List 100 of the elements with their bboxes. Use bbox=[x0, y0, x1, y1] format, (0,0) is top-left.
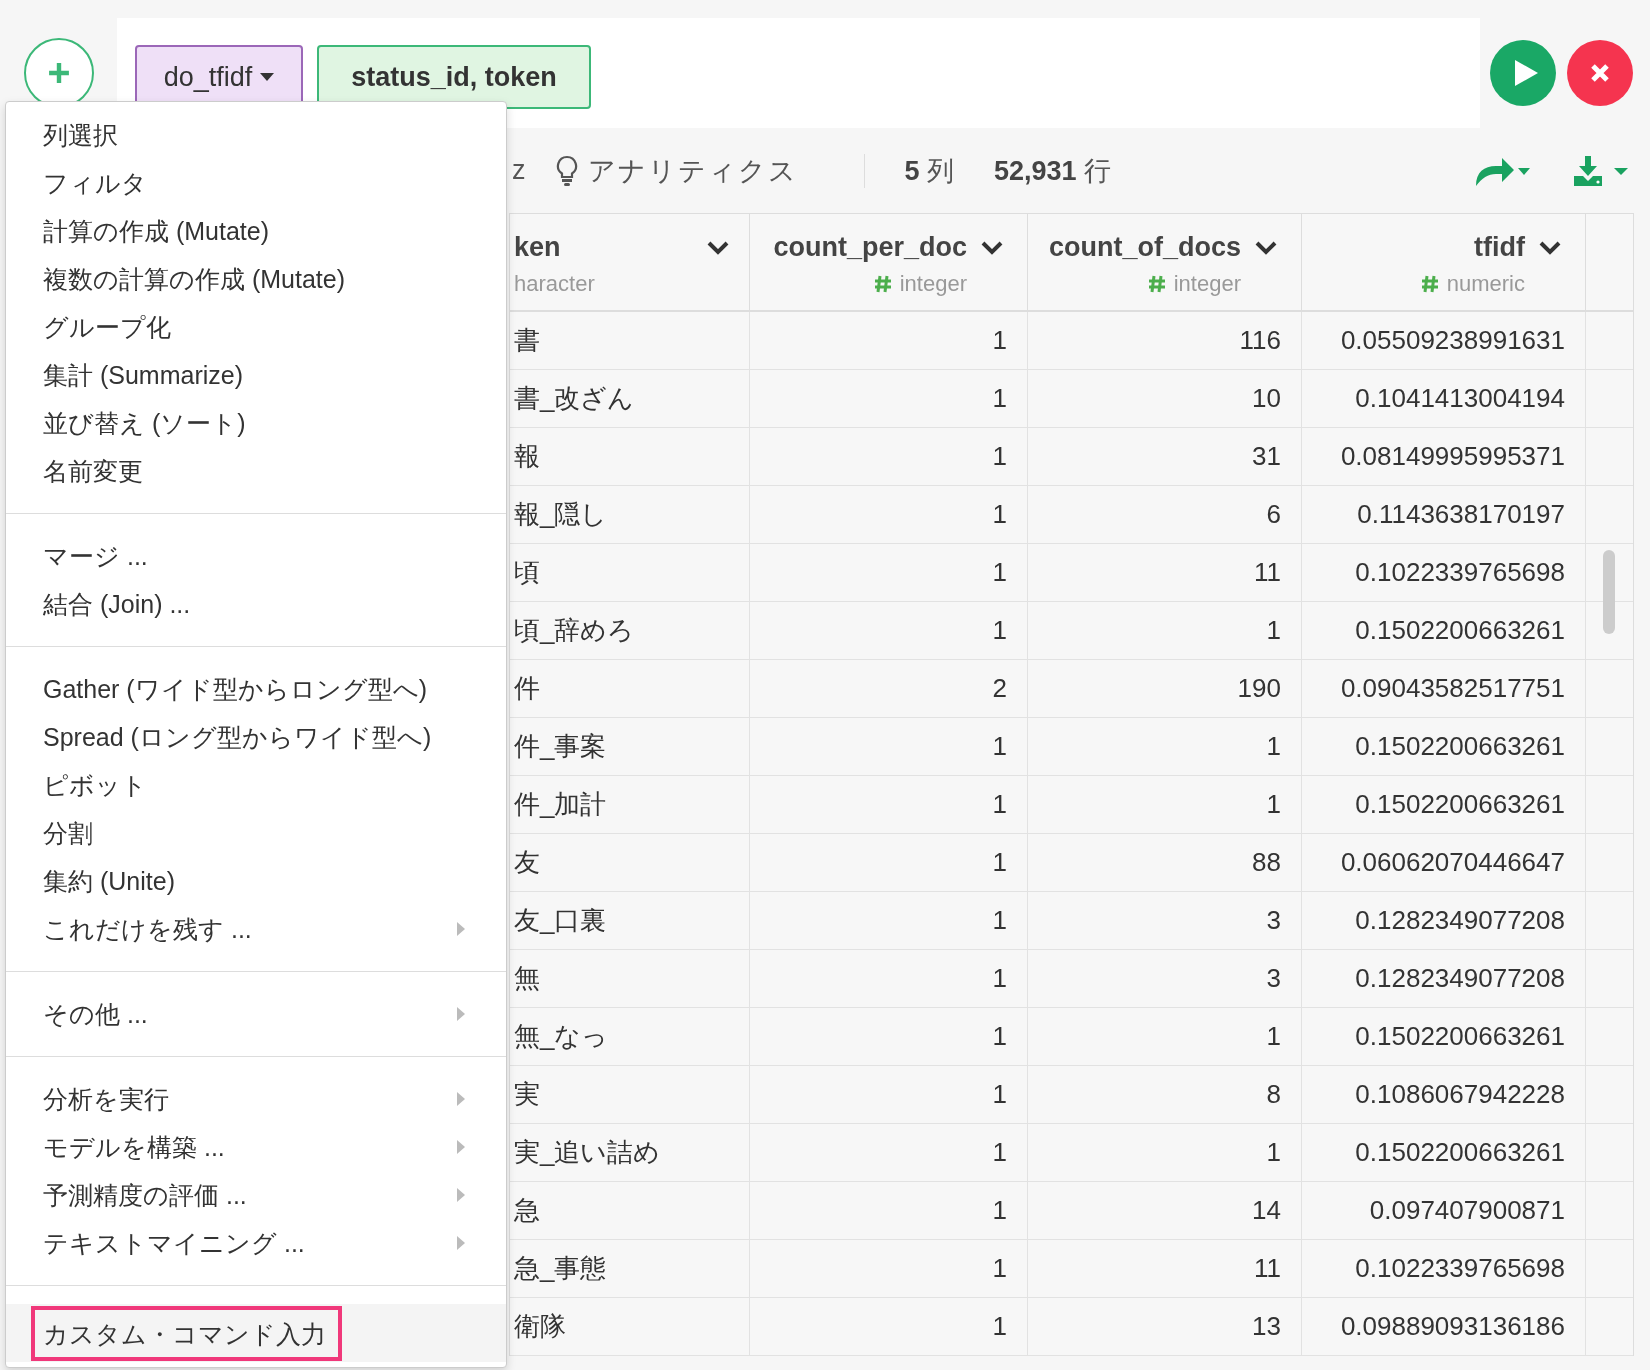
column-type: numeric bbox=[1446, 271, 1525, 297]
table-cell: 3 bbox=[1266, 905, 1281, 936]
column-name: ken bbox=[514, 232, 561, 263]
menu-item[interactable]: 集約 (Unite) bbox=[6, 857, 506, 905]
menu-item[interactable]: これだけを残す ... bbox=[6, 905, 506, 953]
caret-icon bbox=[260, 73, 275, 81]
table-cell-text: 頃 bbox=[514, 556, 540, 589]
column-name: count_per_doc bbox=[773, 232, 967, 263]
table-cell-text: 友_口裏 bbox=[514, 904, 607, 937]
table-cell: 0.05509238991631 bbox=[1340, 325, 1565, 356]
menu-item[interactable]: 列選択 bbox=[6, 111, 506, 159]
table-cell: 0.1282349077208 bbox=[1355, 963, 1565, 994]
chevron-down-icon[interactable] bbox=[1255, 240, 1277, 255]
chevron-down-icon[interactable] bbox=[707, 240, 729, 255]
chevron-down-icon[interactable] bbox=[1539, 240, 1561, 255]
menu-item[interactable]: 並び替え (ソート) bbox=[6, 399, 506, 447]
lightbulb-icon bbox=[555, 154, 578, 187]
column-type: integer bbox=[899, 271, 967, 297]
table-cell: 190 bbox=[1237, 673, 1281, 704]
table-cell: 1 bbox=[992, 615, 1007, 646]
table-cell: 0.1022339765698 bbox=[1355, 1253, 1565, 1284]
table-cell: 0.09043582517751 bbox=[1340, 673, 1565, 704]
column-name: tfidf bbox=[1474, 232, 1525, 263]
menu-item[interactable]: テキストマイニング ... bbox=[6, 1219, 506, 1267]
table-cell: 1 bbox=[992, 847, 1007, 878]
table-cell-text: 無_なっ bbox=[514, 1020, 609, 1053]
table-cell: 14 bbox=[1252, 1195, 1281, 1226]
menu-item[interactable]: その他 ... bbox=[6, 990, 506, 1038]
table-cell-text: 無 bbox=[514, 962, 540, 995]
menu-item[interactable]: Gather (ワイド型からロング型へ) bbox=[6, 665, 506, 713]
menu-item[interactable]: 予測精度の評価 ... bbox=[6, 1171, 506, 1219]
table-cell-text: 衛隊 bbox=[514, 1310, 566, 1343]
table-cell: 1 bbox=[992, 1021, 1007, 1052]
submenu-arrow-icon bbox=[456, 1091, 466, 1107]
table-cell: 0.1086067942228 bbox=[1355, 1079, 1565, 1110]
hash-icon bbox=[1147, 275, 1166, 293]
menu-item[interactable]: マージ ... bbox=[6, 532, 506, 580]
menu-item[interactable]: 集計 (Summarize) bbox=[6, 351, 506, 399]
menu-item[interactable]: 複数の計算の作成 (Mutate) bbox=[6, 255, 506, 303]
column-header[interactable]: tfidf numeric bbox=[1302, 214, 1586, 310]
menu-item[interactable]: ピボット bbox=[6, 761, 506, 809]
table-cell-text: 書_改ざん bbox=[514, 382, 635, 415]
column-type: haracter bbox=[514, 271, 595, 297]
hash-icon bbox=[873, 275, 892, 293]
menu-item[interactable]: モデルを構築 ... bbox=[6, 1123, 506, 1171]
menu-item[interactable]: Spread (ロング型からワイド型へ) bbox=[6, 713, 506, 761]
close-icon bbox=[1590, 63, 1610, 83]
menu-item[interactable]: 名前変更 bbox=[6, 447, 506, 495]
menu-item[interactable]: フィルタ bbox=[6, 159, 506, 207]
table-cell-text: 実_追い詰め bbox=[514, 1136, 661, 1169]
submenu-arrow-icon bbox=[456, 921, 466, 937]
arguments-button[interactable]: status_id, token bbox=[317, 45, 591, 109]
table-cell: 0.1282349077208 bbox=[1355, 905, 1565, 936]
menu-item[interactable]: 分割 bbox=[6, 809, 506, 857]
scrollbar-thumb[interactable] bbox=[1603, 550, 1615, 634]
table-cell: 1 bbox=[1266, 615, 1281, 646]
table-cell: 6 bbox=[1266, 499, 1281, 530]
column-header[interactable]: ken haracter bbox=[510, 214, 750, 310]
table-cell: 1 bbox=[992, 441, 1007, 472]
chevron-down-icon[interactable] bbox=[981, 240, 1003, 255]
menu-item[interactable]: 分析を実行 bbox=[6, 1075, 506, 1123]
table-cell: 1 bbox=[992, 731, 1007, 762]
table-cell-text: 急_事態 bbox=[514, 1252, 607, 1285]
table-cell: 1 bbox=[992, 499, 1007, 530]
menu-item[interactable]: カスタム・コマンド入力 bbox=[6, 1304, 506, 1362]
table-cell: 0.09889093136186 bbox=[1340, 1311, 1565, 1342]
row-count: 52,931 行 bbox=[994, 154, 1112, 188]
table-cell: 116 bbox=[1239, 325, 1281, 356]
table-cell-text: 報 bbox=[514, 440, 540, 473]
table-cell: 1 bbox=[992, 557, 1007, 588]
table-cell: 1 bbox=[992, 905, 1007, 936]
table-cell: 0.1041413004194 bbox=[1355, 383, 1565, 414]
table-cell: 0.1502200663261 bbox=[1355, 1137, 1565, 1168]
analytics-button[interactable]: アナリティクス bbox=[555, 152, 798, 189]
menu-item[interactable]: 計算の作成 (Mutate) bbox=[6, 207, 506, 255]
table-cell-text: 頃_辞めろ bbox=[514, 614, 635, 647]
play-icon bbox=[1513, 59, 1539, 87]
table-cell: 1 bbox=[992, 1253, 1007, 1284]
column-header[interactable]: count_per_doc integer bbox=[750, 214, 1028, 310]
column-count: 5 列 bbox=[904, 154, 955, 188]
table-cell-text: 件_加計 bbox=[514, 788, 607, 821]
table-cell: 13 bbox=[1252, 1311, 1281, 1342]
table-cell: 11 bbox=[1254, 557, 1281, 588]
menu-item[interactable]: 結合 (Join) ... bbox=[6, 580, 506, 628]
plus-icon bbox=[47, 62, 70, 84]
column-name: count_of_docs bbox=[1048, 232, 1241, 263]
menu-item[interactable]: グループ化 bbox=[6, 303, 506, 351]
table-cell: 1 bbox=[1266, 1021, 1281, 1052]
table-cell: 1 bbox=[992, 325, 1007, 356]
toolbar-label: z bbox=[512, 155, 526, 186]
table-cell: 1 bbox=[1266, 1137, 1281, 1168]
hash-icon bbox=[1420, 275, 1439, 293]
table-cell: 3 bbox=[1266, 963, 1281, 994]
table-cell-text: 急 bbox=[514, 1194, 540, 1227]
table-cell: 0.1502200663261 bbox=[1355, 615, 1565, 646]
submenu-arrow-icon bbox=[456, 1139, 466, 1155]
column-header[interactable]: count_of_docs integer bbox=[1028, 214, 1302, 310]
submenu-arrow-icon bbox=[456, 1187, 466, 1203]
table-cell-text: 件 bbox=[514, 672, 540, 705]
table-cell: 0.06062070446647 bbox=[1340, 847, 1565, 878]
